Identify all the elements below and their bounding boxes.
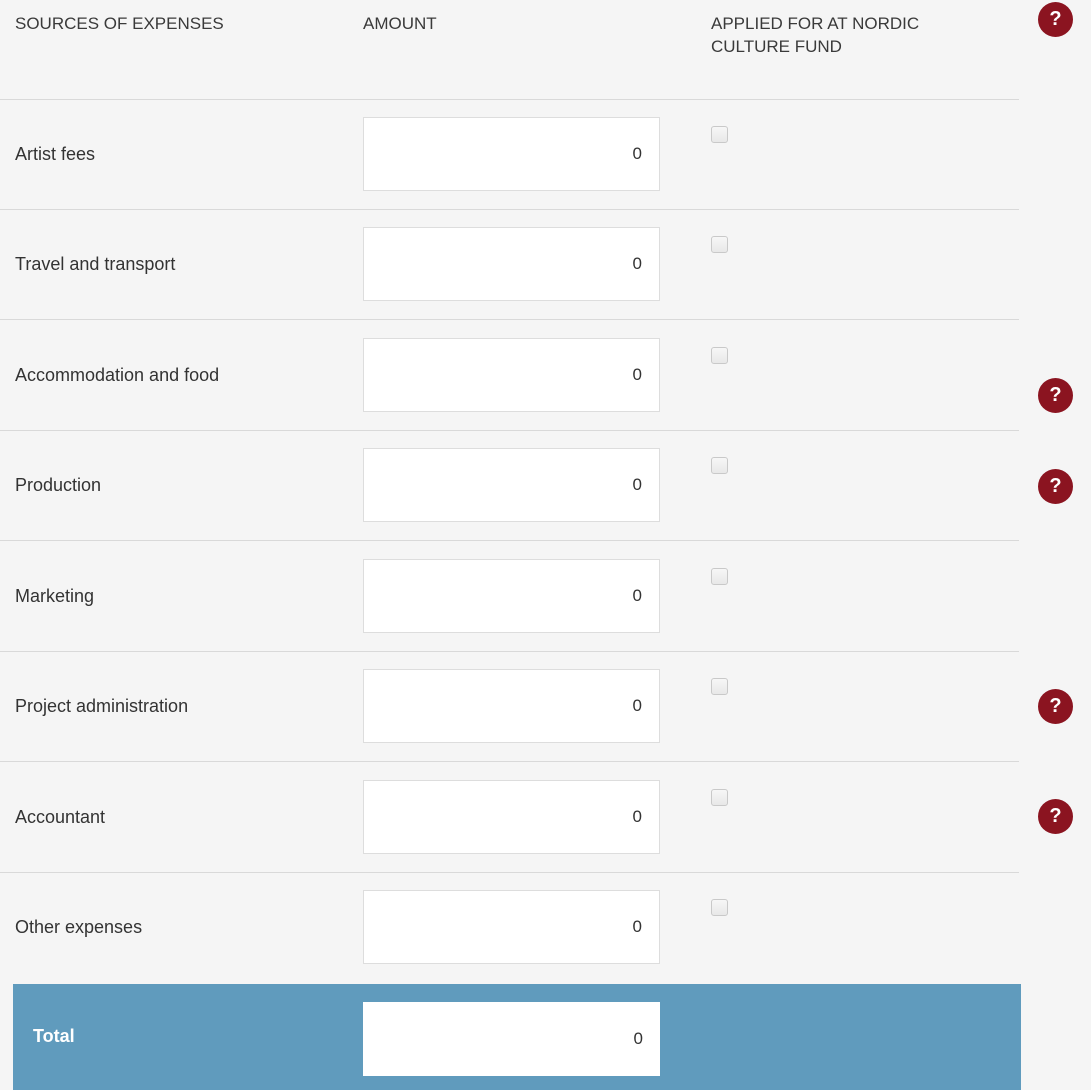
amount-input[interactable]	[363, 559, 660, 633]
applied-checkbox[interactable]	[711, 789, 728, 806]
applied-checkbox[interactable]	[711, 347, 728, 364]
total-label: Total	[33, 1026, 75, 1046]
row-label: Artist fees	[15, 144, 96, 164]
applied-checkbox[interactable]	[711, 236, 728, 253]
expense-row-production: Production	[0, 430, 1019, 541]
applied-checkbox[interactable]	[711, 126, 728, 143]
table-header: SOURCES OF EXPENSES AMOUNT APPLIED FOR A…	[0, 0, 1019, 100]
total-amount-input[interactable]	[363, 1002, 660, 1076]
help-icon[interactable]: ?	[1038, 2, 1073, 37]
expense-row-artist-fees: Artist fees	[0, 99, 1019, 210]
applied-checkbox[interactable]	[711, 899, 728, 916]
amount-input[interactable]	[363, 669, 660, 743]
column-header-applied: APPLIED FOR AT NORDIC CULTURE FUND	[711, 14, 920, 56]
row-label: Marketing	[15, 586, 95, 606]
applied-checkbox[interactable]	[711, 457, 728, 474]
row-label: Travel and transport	[15, 254, 176, 274]
expenses-budget-form: SOURCES OF EXPENSES AMOUNT APPLIED FOR A…	[0, 0, 1091, 1090]
applied-checkbox[interactable]	[711, 568, 728, 585]
column-header-sources: SOURCES OF EXPENSES	[15, 14, 224, 33]
column-header-amount: AMOUNT	[363, 14, 437, 33]
expense-row-accommodation-and-food: Accommodation and food	[0, 320, 1019, 431]
amount-input[interactable]	[363, 227, 660, 301]
help-icon[interactable]: ?	[1038, 689, 1073, 724]
help-icon[interactable]: ?	[1038, 799, 1073, 834]
expense-row-travel-and-transport: Travel and transport	[0, 209, 1019, 320]
row-label: Accountant	[15, 807, 106, 827]
expense-row-other-expenses: Other expenses	[0, 872, 1019, 982]
amount-input[interactable]	[363, 338, 660, 412]
row-label: Production	[15, 475, 102, 495]
expense-row-project-administration: Project administration	[0, 651, 1019, 762]
help-icon[interactable]: ?	[1038, 469, 1073, 504]
row-label: Other expenses	[15, 917, 143, 937]
total-row: Total	[13, 984, 1021, 1090]
row-label: Project administration	[15, 696, 189, 716]
amount-input[interactable]	[363, 448, 660, 522]
row-label: Accommodation and food	[15, 365, 220, 385]
expense-row-marketing: Marketing	[0, 541, 1019, 652]
amount-input[interactable]	[363, 780, 660, 854]
help-icon[interactable]: ?	[1038, 378, 1073, 413]
applied-checkbox[interactable]	[711, 678, 728, 695]
amount-input[interactable]	[363, 117, 660, 191]
expense-row-accountant: Accountant	[0, 762, 1019, 873]
amount-input[interactable]	[363, 890, 660, 964]
